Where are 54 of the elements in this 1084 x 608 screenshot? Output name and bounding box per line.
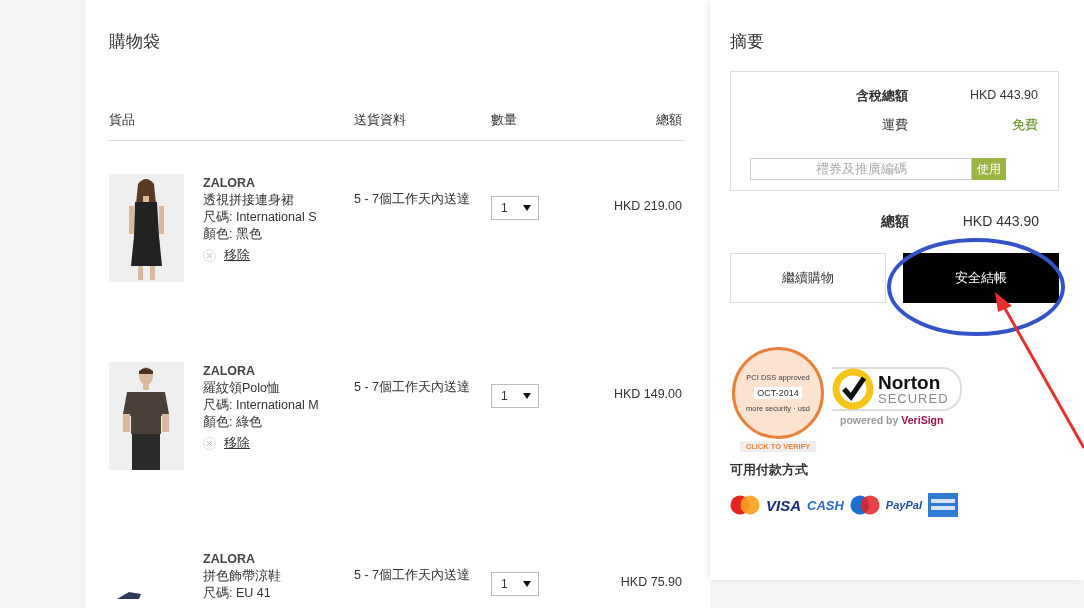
checkout-button[interactable]: 安全結帳 — [903, 253, 1059, 303]
paypal-logo: PayPal — [885, 499, 922, 511]
product-size: 尺碼: EU 41 — [203, 585, 272, 602]
product-brand: ZALORA — [203, 551, 257, 568]
caret-icon — [523, 205, 531, 211]
quantity-select[interactable]: 1 — [491, 196, 539, 220]
norton-name: Norton — [878, 373, 942, 392]
column-header: 總額 — [655, 111, 683, 129]
caret-icon — [523, 581, 531, 587]
summary-label: 運費 — [881, 117, 908, 134]
product-name: 透視拼接連身裙 — [203, 192, 295, 209]
continue-shopping-button[interactable]: 繼續購物 — [730, 253, 886, 303]
delivery-info: 5 - 7個工作天內送達 — [354, 379, 471, 396]
product-brand: ZALORA — [203, 363, 257, 380]
visa-logo: VISA — [766, 496, 801, 514]
mastercard-icon — [730, 495, 760, 515]
close-icon[interactable] — [203, 249, 216, 262]
close-icon[interactable] — [203, 437, 216, 450]
delivery-info: 5 - 7個工作天內送達 — [354, 191, 471, 208]
remove-link[interactable]: 移除 — [224, 435, 250, 452]
verisign-text: VeriSign — [901, 414, 944, 426]
product-color: 顏色: 綠色 — [203, 414, 263, 431]
total-value: HKD 443.90 — [961, 213, 1039, 231]
remove-link[interactable]: 移除 — [224, 247, 250, 264]
amex-icon — [927, 493, 958, 517]
summary-title: 摘要 — [730, 31, 765, 53]
norton-status: SECURED — [878, 392, 949, 405]
coupon-field[interactable]: 禮券及推廣編碼 — [750, 158, 972, 180]
item-price: HKD 219.00 — [612, 198, 683, 213]
product-name: 羅紋領Polo恤 — [203, 380, 282, 397]
summary-value: 免費 — [1011, 117, 1038, 134]
cart-title: 購物袋 — [109, 31, 161, 53]
product-color: 顏色: 黑色 — [203, 226, 263, 243]
summary-label: 含稅總額 — [855, 88, 908, 105]
product-size: 尺碼: International S — [203, 209, 318, 226]
summary-value: HKD 443.90 — [968, 88, 1038, 104]
quantity-select[interactable]: 1 — [491, 384, 539, 408]
column-header: 貨品 — [109, 111, 136, 129]
column-header: 送貨資料 — [354, 111, 407, 129]
badge-date: OCT-2014 — [754, 387, 802, 399]
payment-title: 可用付款方式 — [730, 462, 809, 479]
item-price: HKD 75.90 — [619, 574, 683, 589]
total-label: 總額 — [879, 213, 909, 231]
maestro-icon — [849, 495, 880, 515]
caret-icon — [523, 393, 531, 399]
product-brand: ZALORA — [203, 175, 257, 192]
powered-by-text: powered by — [840, 414, 899, 426]
column-header: 數量 — [491, 111, 518, 129]
delivery-info: 5 - 7個工作天內送達 — [354, 567, 471, 584]
item-price: HKD 149.00 — [612, 386, 683, 401]
cash-logo: CASH — [807, 497, 844, 513]
product-size: 尺碼: International M — [203, 397, 320, 414]
quantity-select[interactable]: 1 — [491, 572, 539, 596]
product-name: 拼色飾帶涼鞋 — [203, 568, 282, 585]
